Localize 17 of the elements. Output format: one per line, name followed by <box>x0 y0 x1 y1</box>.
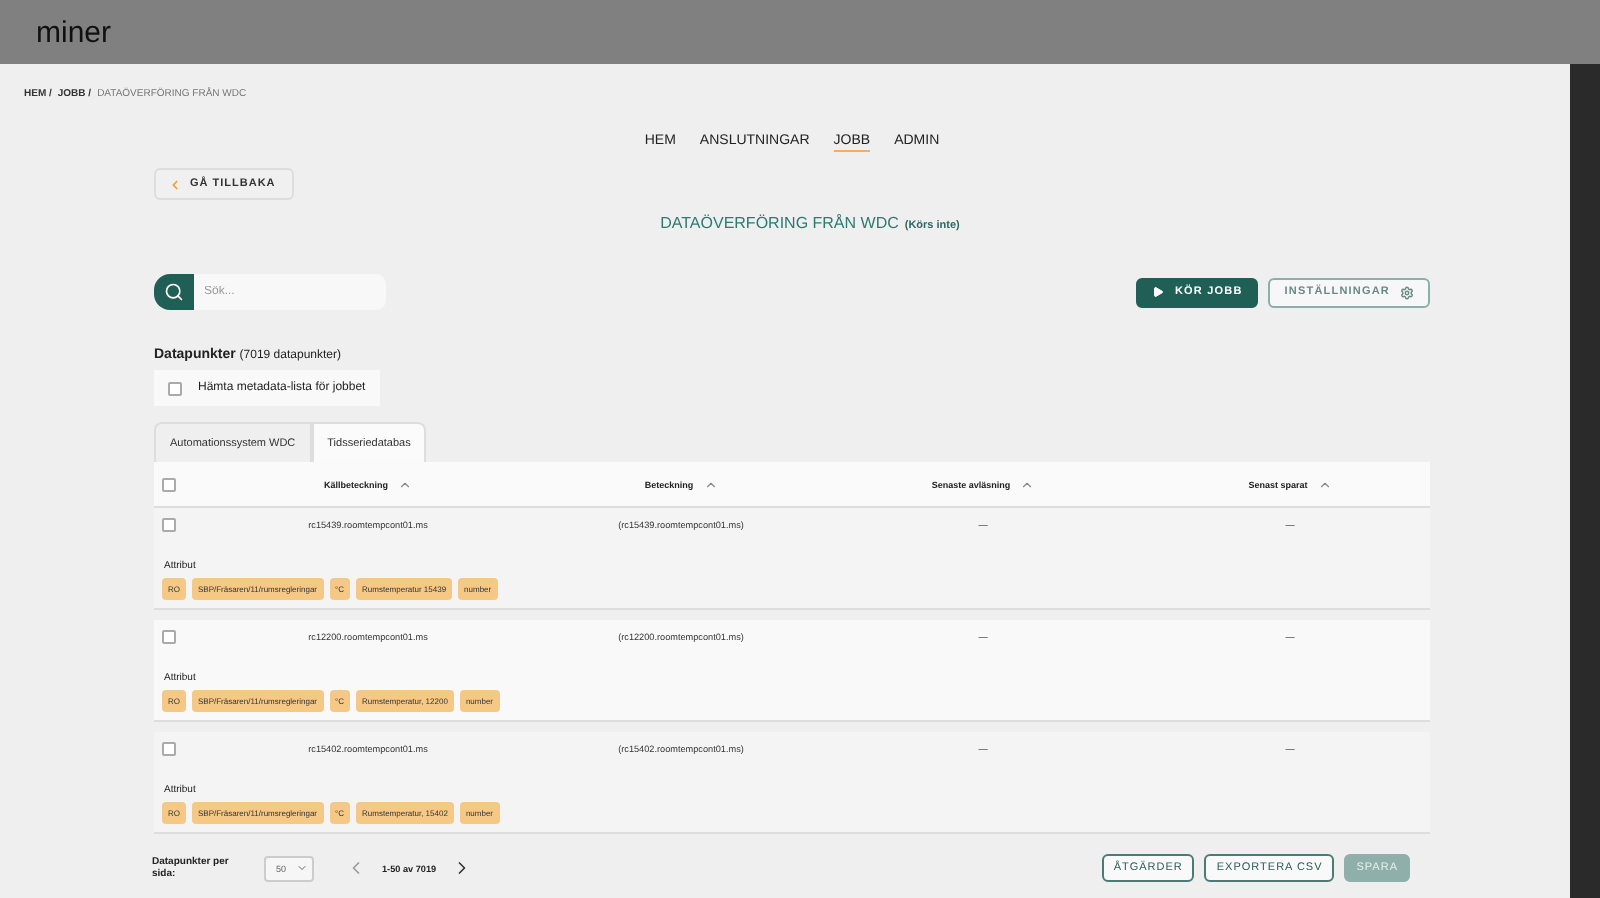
row-checkbox[interactable] <box>162 630 176 644</box>
play-icon <box>1152 286 1165 298</box>
chevron-left-icon <box>168 177 182 191</box>
search-icon <box>164 282 184 302</box>
settings-icon <box>1400 285 1414 299</box>
sort-icon[interactable] <box>1020 477 1035 491</box>
sort-icon[interactable] <box>1317 477 1332 491</box>
sort-icon[interactable] <box>398 477 412 491</box>
logo: miner <box>36 15 112 49</box>
row-checkbox[interactable] <box>162 518 176 532</box>
search-button[interactable] <box>154 274 194 310</box>
row-checkbox[interactable] <box>162 742 176 756</box>
scrollbar[interactable] <box>1570 64 1600 898</box>
chevron-down-icon <box>296 862 308 874</box>
checkbox[interactable] <box>168 381 182 395</box>
sort-icon[interactable] <box>703 477 718 491</box>
select-all-checkbox[interactable] <box>162 477 176 491</box>
